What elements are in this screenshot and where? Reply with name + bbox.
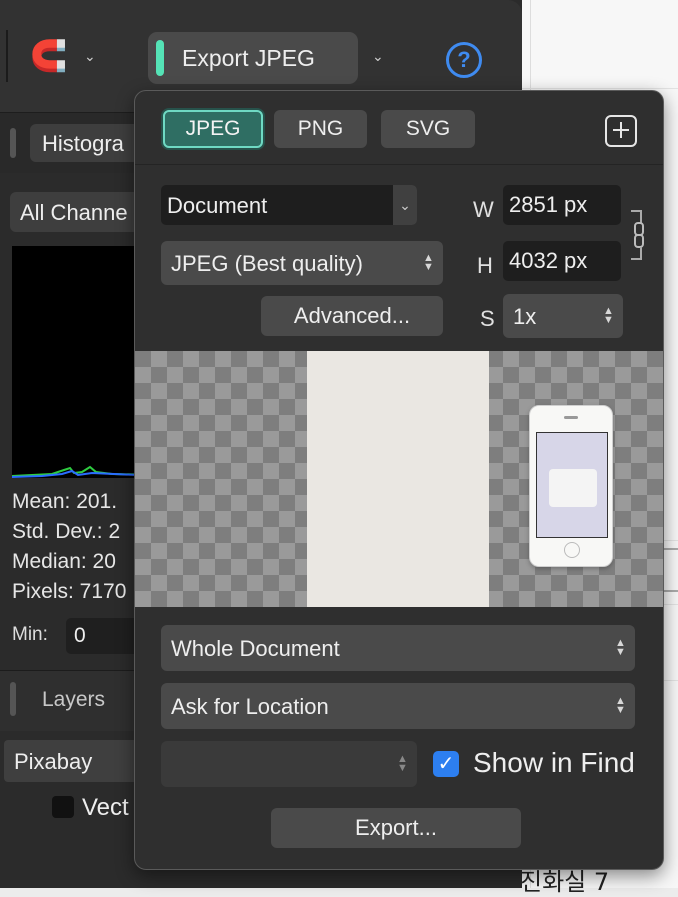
export-preview — [135, 351, 663, 607]
phone-dialog — [549, 469, 597, 507]
phone-speaker — [564, 416, 578, 419]
layer-visibility-checkbox[interactable] — [52, 796, 74, 818]
tab-jpeg[interactable]: JPEG — [163, 110, 263, 148]
secondary-select[interactable]: ▲ ▼ — [161, 741, 417, 787]
location-select[interactable]: Ask for Location ▲ ▼ — [161, 683, 635, 729]
layer-name: Pixabay — [14, 749, 93, 774]
phone-image — [529, 405, 613, 567]
phone-home-button — [564, 542, 580, 558]
link-chain-icon[interactable] — [629, 209, 647, 261]
width-value: 2851 px — [509, 192, 588, 217]
scale-select[interactable]: 1x ▲ ▼ — [503, 294, 623, 338]
tab-layers[interactable]: Layers — [42, 688, 105, 712]
export-persona-button[interactable]: Export JPEG — [148, 32, 358, 84]
export-button[interactable]: Export... — [271, 808, 521, 848]
height-label: H — [477, 253, 493, 278]
updown-arrows-icon: ▲ ▼ — [397, 753, 408, 774]
show-in-finder-label[interactable]: Show in Find — [473, 747, 635, 779]
preset-value: JPEG (Best quality) — [171, 251, 363, 276]
canvas-line — [520, 88, 678, 89]
updown-arrows-icon: ▲ ▼ — [603, 305, 614, 326]
stat-std-dev: Std. Dev.: 2 — [12, 520, 121, 543]
channel-select-value: All Channe — [20, 200, 128, 225]
stat-pixels: Pixels: 7170 — [12, 580, 127, 603]
export-persona-label: Export JPEG — [182, 45, 315, 71]
export-chevron-down-icon[interactable]: ⌄ — [372, 48, 384, 65]
tab-svg[interactable]: SVG — [381, 110, 475, 148]
chevron-down-icon[interactable]: ⌄ — [393, 185, 417, 225]
panel-grip[interactable] — [10, 128, 16, 158]
width-label: W — [473, 197, 494, 222]
height-input[interactable]: 4032 px — [503, 241, 621, 281]
scale-value: 1x — [513, 304, 537, 329]
updown-arrows-icon: ▲ ▼ — [615, 695, 626, 716]
layer-name: Vect — [82, 794, 129, 821]
area-combo[interactable]: Document ⌄ — [161, 185, 417, 225]
advanced-button[interactable]: Advanced... — [261, 296, 443, 336]
plus-square-icon[interactable] — [605, 115, 637, 147]
export-popover: JPEG PNG SVG Document ⌄ JPEG (Best quali… — [134, 90, 664, 870]
preset-select[interactable]: JPEG (Best quality) ▲ ▼ — [161, 241, 443, 285]
tab-histogram-label: Histogra — [42, 131, 124, 156]
scale-label: S — [480, 306, 495, 331]
tab-png[interactable]: PNG — [274, 110, 367, 148]
min-label: Min: — [12, 624, 48, 645]
phone-screen — [536, 432, 608, 538]
min-value: 0 — [74, 624, 86, 647]
divider — [135, 164, 663, 165]
toolbar-separator — [6, 30, 8, 82]
width-input[interactable]: 2851 px — [503, 185, 621, 225]
snapping-magnet-icon[interactable]: 🧲 — [30, 40, 67, 74]
stat-mean: Mean: 201. — [12, 490, 118, 513]
panel-grip[interactable] — [10, 682, 16, 716]
help-icon[interactable]: ? — [446, 42, 482, 78]
persona-accent-bar — [156, 40, 164, 76]
stat-median: Median: 20 — [12, 550, 116, 573]
updown-arrows-icon: ▲ ▼ — [423, 252, 434, 273]
show-in-finder-checkbox[interactable]: ✓ — [433, 751, 459, 777]
height-value: 4032 px — [509, 248, 588, 273]
chevron-down-icon[interactable]: ⌄ — [84, 48, 96, 65]
export-scope-select[interactable]: Whole Document ▲ ▼ — [161, 625, 635, 671]
export-scope-value: Whole Document — [171, 636, 340, 661]
updown-arrows-icon: ▲ ▼ — [615, 637, 626, 658]
location-value: Ask for Location — [171, 694, 329, 719]
area-value: Document — [167, 193, 268, 218]
preview-photo — [307, 351, 613, 607]
